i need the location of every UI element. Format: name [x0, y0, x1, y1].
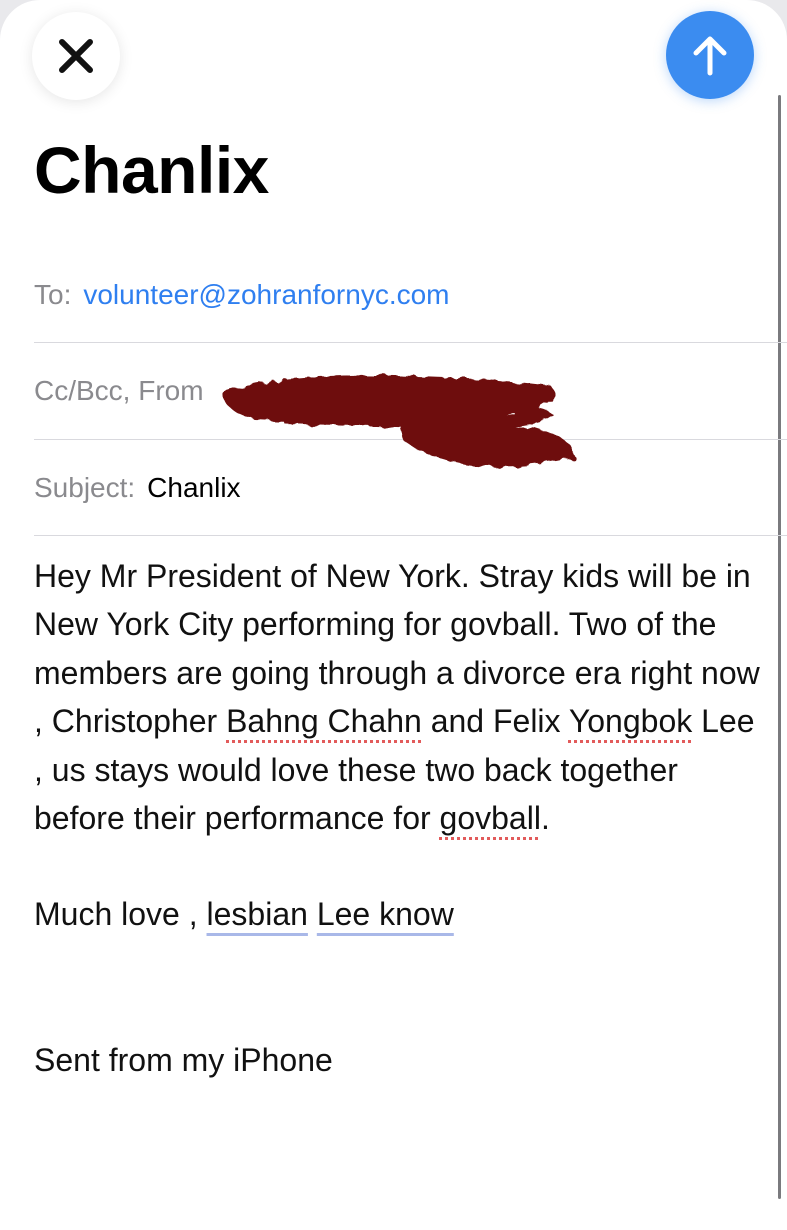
subject-field[interactable]: Subject: Chanlix	[34, 440, 787, 536]
subject-value[interactable]: Chanlix	[147, 472, 240, 504]
body-text: Much love ,	[34, 896, 207, 933]
misspelled-word[interactable]: govball	[440, 800, 541, 836]
misspelled-word[interactable]: Yongbok	[569, 703, 692, 739]
recipient-token[interactable]: volunteer@zohranfornyc.com	[83, 279, 449, 311]
sign-off: Much love , lesbian Lee know	[34, 890, 764, 938]
to-label: To:	[34, 279, 72, 310]
suggested-word[interactable]: Lee know	[317, 896, 454, 932]
send-button[interactable]	[666, 11, 754, 99]
body-paragraph: Hey Mr President of New York. Stray kids…	[34, 552, 764, 842]
body-text: .	[540, 800, 550, 837]
compose-title: Chanlix	[34, 133, 269, 207]
misspelled-word[interactable]: Bahng Chahn	[226, 703, 422, 739]
divider	[34, 535, 787, 536]
body-text: and Felix	[421, 703, 569, 740]
subject-label: Subject:	[34, 472, 136, 503]
suggested-word[interactable]: lesbian	[207, 896, 308, 932]
arrow-up-icon	[693, 36, 727, 76]
to-field[interactable]: To: volunteer@zohranfornyc.com	[34, 247, 787, 343]
ccbcc-from-label: Cc/Bcc, From	[34, 375, 204, 406]
body-text	[308, 896, 317, 932]
close-button[interactable]	[32, 12, 120, 100]
compose-sheet: Chanlix To: volunteer@zohranfornyc.com C…	[0, 0, 787, 1230]
signature: Sent from my iPhone	[34, 1041, 333, 1078]
close-x-icon	[59, 39, 93, 73]
message-body[interactable]: Hey Mr President of New York. Stray kids…	[34, 552, 764, 1084]
